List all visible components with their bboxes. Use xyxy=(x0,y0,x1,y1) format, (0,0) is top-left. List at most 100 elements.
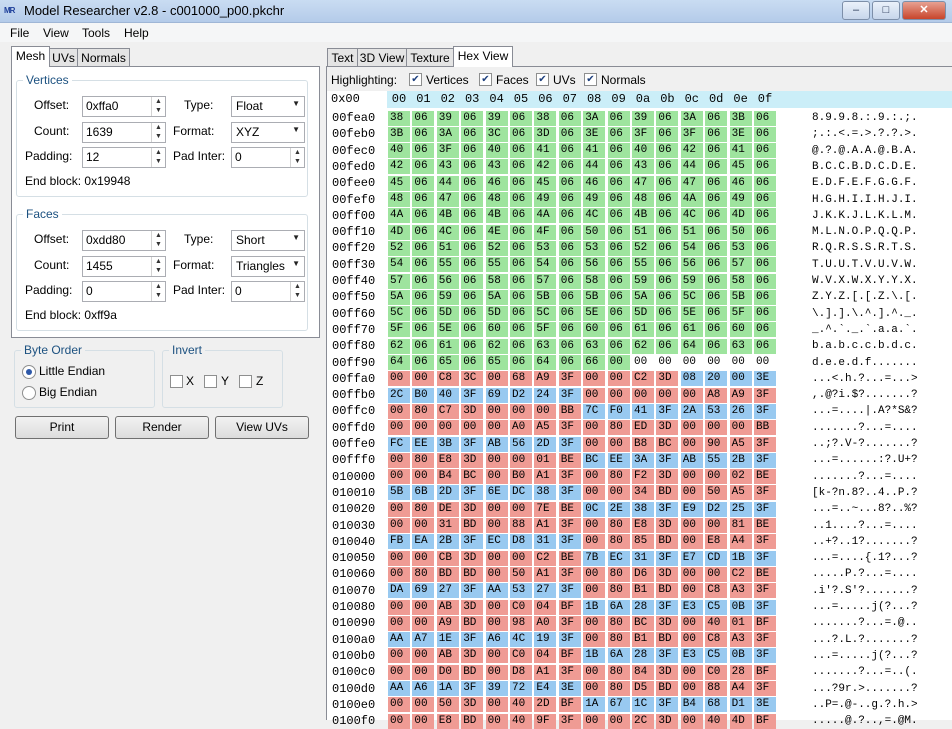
hex-byte[interactable]: 00 xyxy=(680,583,703,599)
hex-byte[interactable]: 06 xyxy=(705,306,728,322)
hex-byte[interactable]: BF xyxy=(558,697,581,713)
hex-byte[interactable]: 3D xyxy=(656,469,679,485)
hex-byte[interactable]: 00 xyxy=(485,501,508,517)
hex-byte[interactable]: 0B xyxy=(729,599,752,615)
hex-byte[interactable]: 3D xyxy=(656,566,679,582)
hex-byte[interactable]: 3F xyxy=(558,420,581,436)
hex-byte[interactable]: 06 xyxy=(461,306,484,322)
hex-byte[interactable]: 3D xyxy=(461,550,484,566)
hex-byte[interactable]: 5E xyxy=(680,306,703,322)
hex-byte[interactable]: 06 xyxy=(558,289,581,305)
hex-byte[interactable]: 3A xyxy=(436,126,459,142)
hex-byte[interactable]: ED xyxy=(632,420,654,436)
hex-byte[interactable]: 64 xyxy=(680,338,703,354)
hex-byte[interactable]: 53 xyxy=(583,240,606,256)
hex-byte[interactable]: 2A xyxy=(680,403,703,419)
hex-byte[interactable]: 3F xyxy=(656,403,679,419)
hex-byte[interactable]: A7 xyxy=(412,632,435,648)
invert-y-checkbox[interactable] xyxy=(204,375,217,388)
hex-byte[interactable]: 06 xyxy=(754,126,776,142)
hex-byte[interactable]: 00 xyxy=(461,420,484,436)
hex-byte[interactable]: 3F xyxy=(656,599,679,615)
tab-hex-view[interactable]: Hex View xyxy=(453,46,513,67)
hex-byte[interactable]: 0B xyxy=(729,648,752,664)
menu-tools[interactable]: Tools xyxy=(82,26,110,40)
hex-byte[interactable]: 64 xyxy=(534,355,557,370)
hex-byte[interactable]: 44 xyxy=(680,159,703,175)
hex-byte[interactable]: 3F xyxy=(558,485,581,501)
hex-byte[interactable]: BE xyxy=(558,452,581,468)
hex-byte[interactable]: E8 xyxy=(436,452,459,468)
hex-byte[interactable]: C8 xyxy=(705,632,728,648)
hex-byte[interactable]: 54 xyxy=(534,257,557,273)
hex-byte[interactable]: 3D xyxy=(656,420,679,436)
hex-byte[interactable]: 00 xyxy=(729,371,752,387)
hex-byte[interactable]: BD xyxy=(656,485,679,501)
hex-byte[interactable]: 3F xyxy=(558,534,581,550)
hex-byte[interactable]: 69 xyxy=(412,583,435,599)
hex-byte[interactable]: 68 xyxy=(705,697,728,713)
hex-byte[interactable]: 06 xyxy=(656,306,679,322)
hex-byte[interactable]: 06 xyxy=(412,192,435,207)
hex-byte[interactable]: 4D xyxy=(388,224,410,240)
hex-byte[interactable]: AA xyxy=(388,632,410,648)
hex-byte[interactable]: 00 xyxy=(730,355,752,370)
hex-byte[interactable]: 00 xyxy=(729,420,752,436)
hex-byte[interactable]: 00 xyxy=(754,355,776,370)
hex-byte[interactable]: 06 xyxy=(754,143,776,159)
hex-byte[interactable]: 3F xyxy=(754,681,776,696)
hex-byte[interactable]: E3 xyxy=(680,648,703,664)
hex-byte[interactable]: A4 xyxy=(729,681,752,696)
hex-byte[interactable]: 06 xyxy=(461,208,484,224)
hex-byte[interactable]: BF xyxy=(754,713,776,729)
hex-byte[interactable]: E7 xyxy=(680,550,703,566)
hex-byte[interactable]: 3C xyxy=(485,126,508,142)
maximize-button[interactable]: □ xyxy=(872,1,900,20)
hex-byte[interactable]: 06 xyxy=(412,306,435,322)
hex-byte[interactable]: 46 xyxy=(729,175,752,191)
print-button[interactable]: Print xyxy=(15,416,109,439)
hex-byte[interactable]: B1 xyxy=(632,583,654,599)
hex-byte[interactable]: 06 xyxy=(510,257,532,273)
hex-byte[interactable]: BF xyxy=(754,615,776,631)
hex-byte[interactable]: 5E xyxy=(583,306,606,322)
highlight-normals-checkbox[interactable]: ✔ xyxy=(584,73,597,86)
hex-byte[interactable]: A1 xyxy=(534,518,557,533)
hex-byte[interactable]: 06 xyxy=(607,143,630,159)
hex-byte[interactable]: 55 xyxy=(632,257,654,273)
hex-byte[interactable]: BD xyxy=(436,566,459,582)
hex-byte[interactable]: 3D xyxy=(656,371,679,387)
hex-byte[interactable]: 4D xyxy=(729,208,752,224)
hex-byte[interactable]: 3F xyxy=(656,697,679,713)
tab-text[interactable]: Text xyxy=(327,48,358,67)
hex-byte[interactable]: 06 xyxy=(558,110,581,126)
hex-byte[interactable]: A5 xyxy=(729,485,752,501)
hex-byte[interactable]: 00 xyxy=(485,371,508,387)
tab-mesh[interactable]: Mesh xyxy=(11,46,50,67)
hex-byte[interactable]: BE xyxy=(558,550,581,566)
hex-byte[interactable]: 06 xyxy=(754,208,776,224)
hex-byte[interactable]: 3F xyxy=(558,436,581,452)
hex-byte[interactable]: 3A xyxy=(632,452,654,468)
hex-byte[interactable]: 00 xyxy=(680,713,703,729)
hex-byte[interactable]: 06 xyxy=(558,126,581,142)
hex-byte[interactable]: 40 xyxy=(705,615,728,631)
hex-byte[interactable]: 00 xyxy=(388,371,410,387)
hex-byte[interactable]: 65 xyxy=(436,355,459,370)
highlight-uvs-checkbox[interactable]: ✔ xyxy=(536,73,549,86)
hex-byte[interactable]: 4F xyxy=(534,224,557,240)
hex-byte[interactable]: 6E xyxy=(485,485,508,501)
hex-byte[interactable]: BD xyxy=(656,583,679,599)
hex-byte[interactable]: 3D xyxy=(656,713,679,729)
hex-byte[interactable]: 3C xyxy=(461,371,484,387)
hex-byte[interactable]: 38 xyxy=(632,501,654,517)
hex-byte[interactable]: 39 xyxy=(436,110,459,126)
hex-byte[interactable]: 06 xyxy=(510,240,532,256)
hex-byte[interactable]: FB xyxy=(388,534,410,550)
hex-byte[interactable]: 00 xyxy=(412,664,435,680)
hex-byte[interactable]: BD xyxy=(461,566,484,582)
hex-byte[interactable]: 06 xyxy=(412,143,435,159)
hex-byte[interactable]: 3B xyxy=(388,126,410,142)
hex-byte[interactable]: 06 xyxy=(510,208,532,224)
hex-byte[interactable]: 00 xyxy=(485,566,508,582)
